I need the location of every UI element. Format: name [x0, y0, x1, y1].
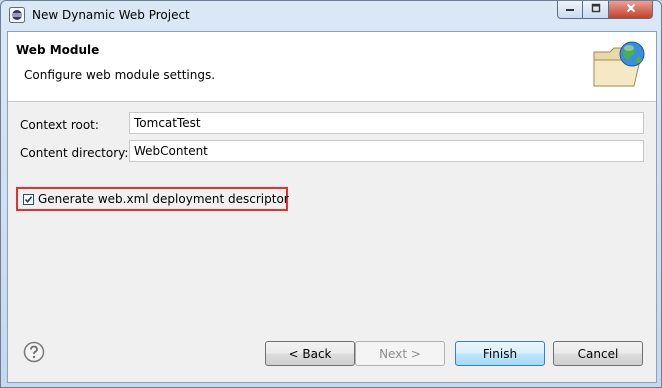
context-root-input[interactable] [129, 112, 644, 134]
maximize-button[interactable] [583, 1, 609, 19]
maximize-icon [591, 3, 601, 16]
help-icon[interactable] [23, 341, 45, 363]
generate-descriptor-checkbox[interactable] [23, 194, 34, 205]
caption-buttons [557, 1, 653, 21]
page-description: Configure web module settings. [24, 68, 216, 82]
checkmark-icon [24, 196, 33, 204]
dialog-window: New Dynamic Web Project Web Module Confi… [0, 0, 662, 388]
eclipse-icon[interactable] [9, 7, 25, 23]
finish-button[interactable]: Finish [455, 341, 545, 366]
cancel-button[interactable]: Cancel [553, 341, 643, 366]
title-bar[interactable]: New Dynamic Web Project [1, 1, 661, 31]
next-button[interactable]: Next > [355, 341, 445, 366]
dialog-client-area: Web Module Configure web module settings… [7, 31, 657, 383]
content-directory-label: Content directory: [20, 146, 129, 160]
window-title: New Dynamic Web Project [32, 8, 190, 22]
minimize-button[interactable] [557, 1, 583, 19]
content-directory-input[interactable] [129, 140, 644, 162]
generate-descriptor-label[interactable]: Generate web.xml deployment descriptor [38, 192, 289, 206]
folder-globe-icon [590, 38, 648, 92]
highlight-box: Generate web.xml deployment descriptor [16, 187, 289, 211]
close-button[interactable] [609, 1, 653, 19]
context-root-label: Context root: [20, 118, 99, 132]
page-title: Web Module [16, 43, 100, 57]
back-button[interactable]: < Back [265, 341, 355, 366]
minimize-icon [565, 3, 575, 16]
close-icon [626, 3, 636, 16]
wizard-banner: Web Module Configure web module settings… [8, 32, 656, 102]
